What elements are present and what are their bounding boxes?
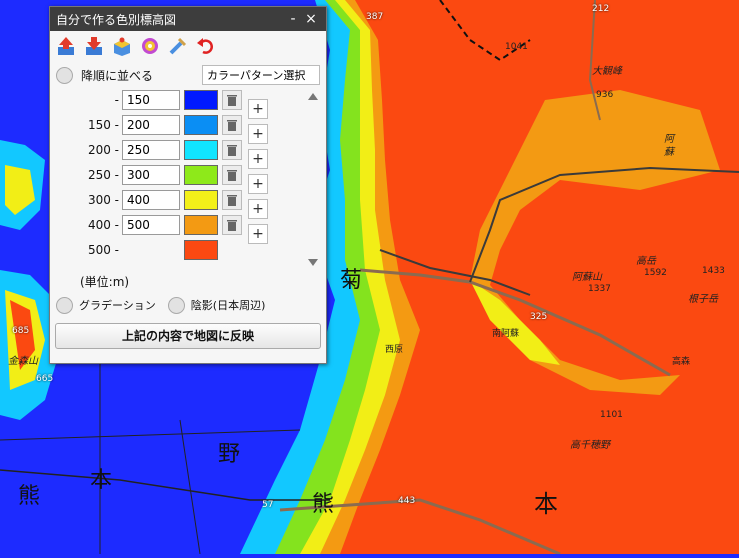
download-icon[interactable]	[82, 34, 106, 58]
range-from-label: 400 -	[87, 218, 119, 232]
asosan-label: 阿蘇山	[572, 272, 602, 283]
range-to-input[interactable]: 200	[122, 115, 180, 135]
tool-icon[interactable]	[166, 34, 190, 58]
add-row-button[interactable]: +	[248, 99, 268, 119]
gradation-radio[interactable]	[56, 296, 73, 314]
shade-radio[interactable]	[167, 296, 185, 314]
gear-icon[interactable]	[138, 34, 162, 58]
takadake-label: 高岳	[636, 256, 656, 267]
hon-char: 本	[534, 490, 558, 518]
elev-1101-label: 1101	[600, 410, 623, 420]
add-row-button[interactable]: +	[248, 124, 268, 144]
trash-icon[interactable]	[222, 215, 242, 235]
no-char: 野	[218, 442, 241, 467]
panel-titlebar[interactable]: 自分で作る色別標高図 - ×	[50, 7, 326, 31]
kumamoto-char-1: 熊	[18, 484, 41, 509]
range-from-label: 250 -	[87, 168, 119, 182]
route-57-label: 57	[262, 500, 274, 510]
nishihara-label: 西原	[385, 345, 404, 355]
range-to-input[interactable]: 250	[122, 140, 180, 160]
elev-1041-label: 1041	[505, 42, 528, 52]
takamori-label: 高森	[672, 357, 691, 367]
scroll-down-arrow[interactable]	[308, 259, 318, 266]
scroll-up-arrow[interactable]	[308, 93, 318, 100]
route-443-label: 443	[398, 496, 416, 506]
range-from-label: 150 -	[87, 118, 119, 132]
color-swatch[interactable]	[184, 140, 218, 160]
kanamori-label: 金森山	[8, 356, 38, 367]
trash-icon[interactable]	[222, 90, 242, 110]
unit-label: (単位:m)	[80, 275, 130, 289]
trash-icon[interactable]	[222, 140, 242, 160]
route-325-label: 325	[530, 312, 548, 322]
color-rows-list[interactable]: - 150 150 - 200 200 - 250 250 - 300 300 …	[50, 89, 326, 267]
minamiaso-label: 南阿蘇	[492, 329, 520, 339]
panel-toolbar	[50, 31, 326, 61]
elev-685-label: 685	[12, 326, 30, 336]
range-from-label: -	[114, 93, 119, 107]
color-elevation-panel: 自分で作る色別標高図 - × 降順に並べる カラーパターン選択 - 150 15…	[49, 6, 327, 364]
add-row-button[interactable]: +	[248, 149, 268, 169]
aso-label-2: 蘇	[664, 147, 674, 158]
elev-1337-label: 1337	[588, 284, 611, 294]
elev-936-label: 936	[596, 90, 614, 100]
elev-665-label: 665	[36, 374, 54, 384]
color-swatch[interactable]	[184, 115, 218, 135]
add-row-button[interactable]: +	[248, 174, 268, 194]
add-row-button[interactable]: +	[248, 224, 268, 244]
kiku-char: 菊	[340, 268, 363, 293]
route-387-label: 387	[366, 12, 384, 22]
add-row-button[interactable]: +	[248, 199, 268, 219]
shade-label: 陰影(日本周辺)	[190, 299, 266, 312]
route-212-label: 212	[592, 4, 610, 14]
sort-desc-radio[interactable]	[56, 66, 73, 84]
range-to-input[interactable]: 500	[122, 215, 180, 235]
range-to-input[interactable]: 150	[122, 90, 180, 110]
undo-icon[interactable]	[194, 34, 218, 58]
range-to-input[interactable]: 400	[122, 190, 180, 210]
takachiho-label: 高千穂野	[570, 440, 610, 451]
box-icon[interactable]	[110, 34, 134, 58]
color-swatch[interactable]	[184, 190, 218, 210]
range-to-input[interactable]: 300	[122, 165, 180, 185]
nekodake-label: 根子岳	[688, 294, 718, 305]
kuma-char: 熊	[312, 492, 335, 517]
range-from-label: 300 -	[87, 193, 119, 207]
sort-desc-label: 降順に並べる	[81, 68, 154, 83]
color-swatch[interactable]	[184, 215, 218, 235]
color-pattern-select[interactable]: カラーパターン選択	[202, 65, 320, 85]
elev-1592-label: 1592	[644, 268, 667, 278]
elev-1433-label: 1433	[702, 266, 725, 276]
gradation-label: グラデーション	[79, 299, 156, 312]
color-swatch[interactable]	[184, 240, 218, 260]
minimize-button[interactable]: -	[284, 11, 302, 27]
color-swatch[interactable]	[184, 90, 218, 110]
upload-icon[interactable]	[54, 34, 78, 58]
color-swatch[interactable]	[184, 165, 218, 185]
close-button[interactable]: ×	[302, 11, 320, 27]
trash-icon[interactable]	[222, 190, 242, 210]
options-row: グラデーション 陰影(日本周辺)	[50, 293, 326, 317]
apply-button[interactable]: 上記の内容で地図に反映	[55, 323, 321, 349]
panel-title: 自分で作る色別標高図	[56, 12, 177, 27]
range-from-label: 200 -	[87, 143, 119, 157]
sort-row: 降順に並べる カラーパターン選択	[50, 63, 326, 87]
trash-icon[interactable]	[222, 165, 242, 185]
kumamoto-char-2: 本	[90, 468, 113, 493]
range-from-label: 500 -	[87, 243, 119, 257]
oogan-peak-label: 大観峰	[592, 66, 622, 77]
trash-icon[interactable]	[222, 115, 242, 135]
